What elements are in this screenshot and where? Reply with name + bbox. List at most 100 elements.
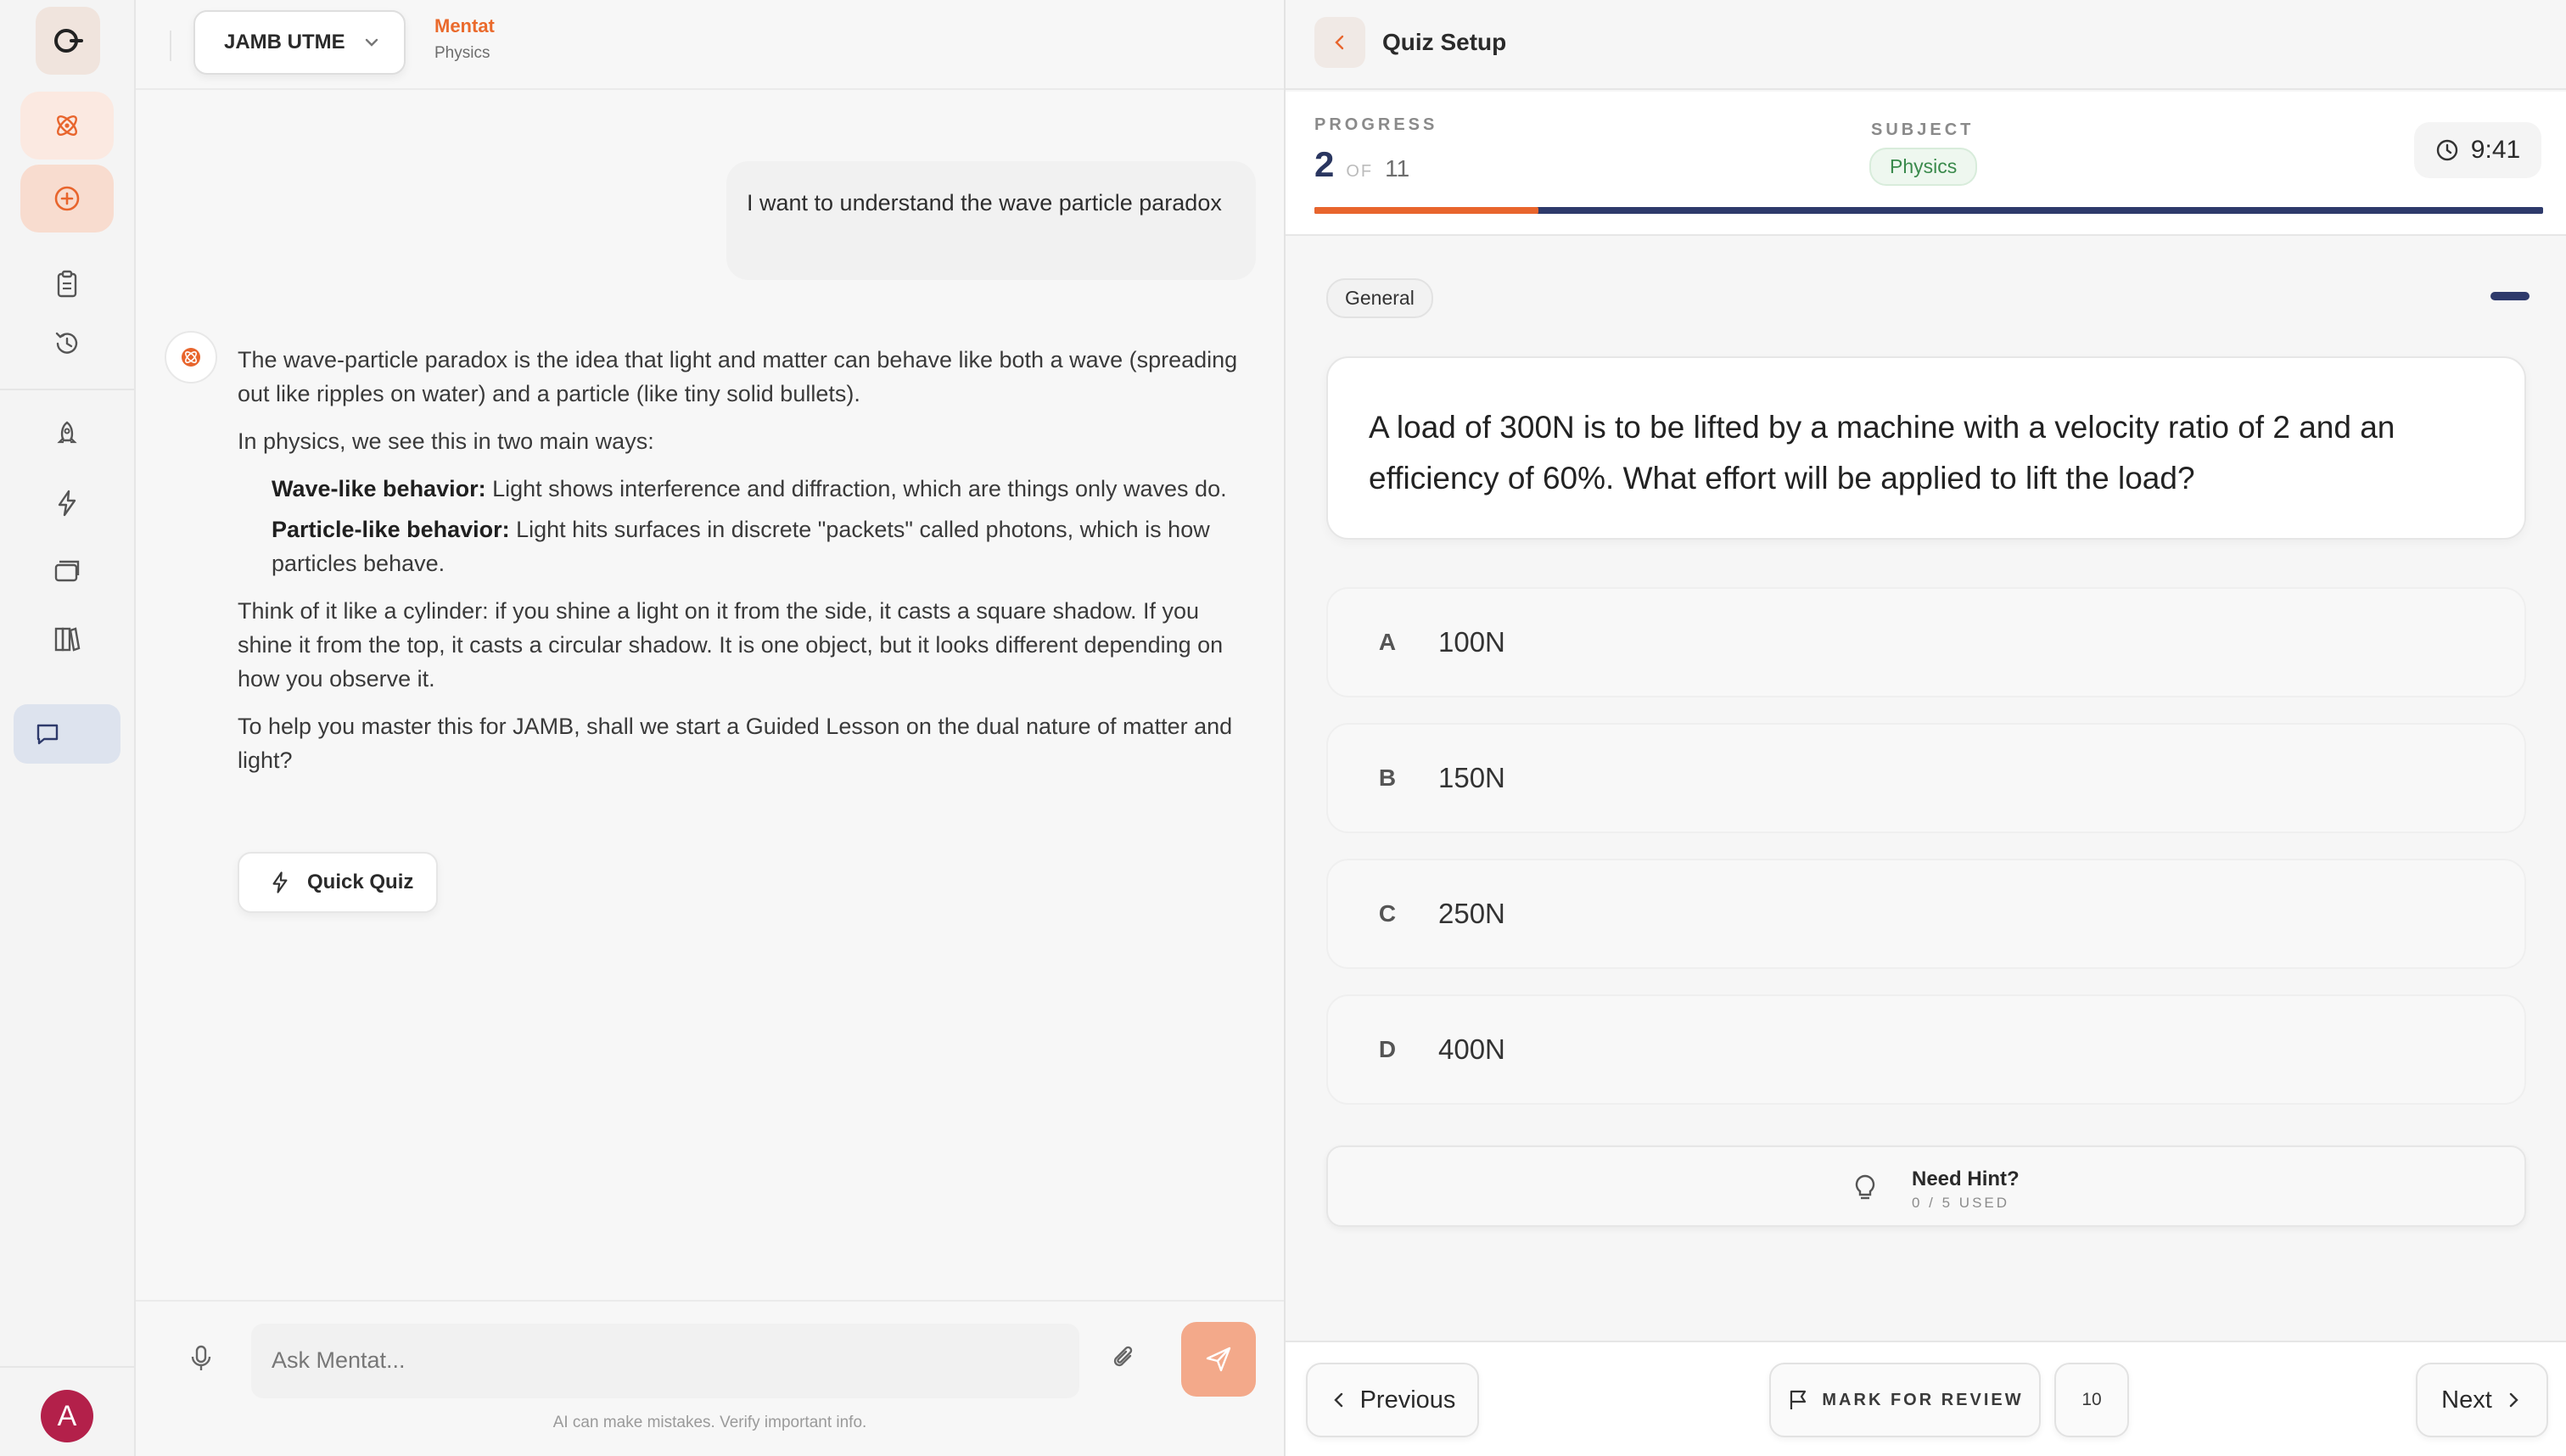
sidebar-divider: [0, 389, 136, 390]
exam-selector-label: JAMB UTME: [224, 31, 345, 53]
clipboard-icon: [57, 270, 77, 298]
list-item: Wave-like behavior: Light shows interfer…: [238, 472, 1256, 506]
option-b[interactable]: B 150N: [1326, 723, 2526, 833]
option-d[interactable]: D 400N: [1326, 994, 2526, 1105]
option-a[interactable]: A 100N: [1326, 587, 2526, 697]
option-letter: C: [1378, 900, 1397, 927]
attach-button[interactable]: [1112, 1344, 1137, 1373]
progress-panel: PROGRESS 2 OF 11 SUBJECT Physics 9:41: [1286, 92, 2566, 236]
quiz-footer: Previous MARK FOR REVIEW 10 Next: [1286, 1341, 2566, 1456]
app-logo[interactable]: [36, 7, 100, 75]
subject-label: SUBJECT: [1871, 120, 1975, 139]
sidebar-item-history[interactable]: [48, 324, 87, 363]
sidebar-item-library[interactable]: [48, 619, 87, 658]
brand-name: Mentat: [434, 15, 495, 36]
mark-for-review-button[interactable]: MARK FOR REVIEW: [1769, 1363, 2041, 1437]
user-message: I want to understand the wave particle p…: [726, 161, 1256, 280]
hint-button[interactable]: Need Hint? 0 / 5 USED: [1326, 1145, 2526, 1227]
sidebar-item-launch[interactable]: [48, 414, 87, 453]
option-text: 150N: [1438, 762, 1505, 793]
flag-icon: [1790, 1390, 1807, 1409]
quiz-header: Quiz Setup: [1286, 0, 2566, 90]
subject-subtitle: Physics: [434, 44, 490, 62]
timer: 9:41: [2414, 122, 2541, 178]
new-chat-button[interactable]: [20, 165, 114, 232]
sidebar-item-flashcards[interactable]: [48, 552, 87, 591]
progress-current: 2: [1314, 144, 1335, 184]
chevron-left-icon: [1335, 35, 1344, 50]
message-paragraph: Think of it like a cylinder: if you shin…: [238, 598, 1224, 692]
question-text: A load of 300N is to be lifted by a mach…: [1326, 356, 2526, 540]
option-c[interactable]: C 250N: [1326, 859, 2526, 969]
microphone-icon: [191, 1345, 211, 1370]
atom-icon: [57, 115, 77, 136]
logo-icon: [54, 29, 83, 53]
message-paragraph: To help you master this for JAMB, shall …: [238, 714, 1233, 773]
question-indicator: [2490, 292, 2530, 300]
option-text: 400N: [1438, 1033, 1505, 1065]
sidebar: A: [0, 0, 136, 1456]
microphone-button[interactable]: [188, 1344, 214, 1373]
next-button[interactable]: Next: [2416, 1363, 2548, 1437]
option-text: 100N: [1438, 626, 1505, 658]
previous-label: Previous: [1359, 1386, 1456, 1414]
previous-button[interactable]: Previous: [1306, 1363, 1479, 1437]
option-letter: A: [1378, 629, 1397, 655]
progress-bar: [1314, 207, 2543, 214]
mentat-icon: [182, 348, 200, 367]
topic-chip: General: [1326, 278, 1433, 318]
page-title: Quiz Setup: [1382, 29, 1507, 55]
avatar[interactable]: A: [41, 1390, 93, 1442]
list-item: Particle-like behavior: Light hits surfa…: [238, 512, 1256, 580]
list-item-label: Particle-like behavior:: [272, 517, 510, 542]
assistant-message: The wave-particle paradox is the idea th…: [238, 343, 1256, 791]
mark-for-review-label: MARK FOR REVIEW: [1822, 1390, 2024, 1409]
plus-circle-icon: [54, 186, 80, 211]
sidebar-item-physics[interactable]: [20, 92, 114, 160]
message-input[interactable]: Ask Mentat...: [251, 1324, 1079, 1398]
progress-counter: 2 OF 11: [1314, 144, 1409, 185]
bot-avatar: [165, 331, 217, 384]
question-number-button[interactable]: 10: [2054, 1363, 2129, 1437]
message-paragraph: In physics, we see this in two main ways…: [238, 428, 654, 454]
hint-title: Need Hint?: [1912, 1168, 2020, 1190]
sidebar-item-quick[interactable]: [48, 484, 87, 523]
header-divider: [170, 31, 171, 61]
quick-quiz-button[interactable]: Quick Quiz: [238, 852, 438, 913]
quiz-panel: Quiz Setup PROGRESS 2 OF 11 SUBJECT Phys…: [1284, 0, 2566, 1456]
exam-selector[interactable]: JAMB UTME: [193, 10, 406, 75]
chat-panel: JAMB UTME Mentat Physics I want to under…: [136, 0, 1284, 1456]
progress-total: 11: [1385, 155, 1410, 182]
chevron-left-icon: [1333, 1392, 1342, 1408]
progress-label: PROGRESS: [1314, 115, 1438, 134]
lightning-icon: [58, 490, 76, 517]
books-icon: [54, 627, 81, 652]
hint-usage: 0 / 5 USED: [1912, 1195, 2010, 1211]
lightbulb-icon: [1852, 1173, 1878, 1203]
option-letter: B: [1378, 764, 1397, 791]
list-item-label: Wave-like behavior:: [272, 476, 486, 501]
cards-icon: [54, 560, 80, 582]
chat-header: JAMB UTME Mentat Physics: [136, 0, 1284, 90]
disclaimer: AI can make mistakes. Verify important i…: [552, 1414, 867, 1431]
chevron-down-icon: [365, 38, 378, 47]
lightning-icon: [272, 871, 288, 893]
back-button[interactable]: [1314, 17, 1365, 68]
sidebar-divider: [0, 1366, 136, 1368]
list-item-text: Light shows interference and diffraction…: [485, 476, 1227, 501]
chat-icon: [36, 724, 59, 745]
composer-divider: [136, 1300, 1284, 1302]
send-button[interactable]: [1181, 1322, 1256, 1397]
progress-of: OF: [1346, 162, 1374, 181]
message-paragraph: The wave-particle paradox is the idea th…: [238, 347, 1238, 406]
chevron-right-icon: [2509, 1392, 2518, 1408]
rocket-icon: [57, 421, 77, 444]
quick-quiz-label: Quick Quiz: [307, 871, 414, 893]
history-icon: [55, 332, 78, 354]
timer-value: 9:41: [2470, 136, 2521, 164]
option-letter: D: [1378, 1036, 1397, 1062]
send-icon: [1206, 1347, 1231, 1372]
sidebar-item-chat[interactable]: [14, 704, 120, 764]
sidebar-item-quizzes[interactable]: [48, 265, 87, 304]
subject-badge: Physics: [1869, 148, 1978, 186]
